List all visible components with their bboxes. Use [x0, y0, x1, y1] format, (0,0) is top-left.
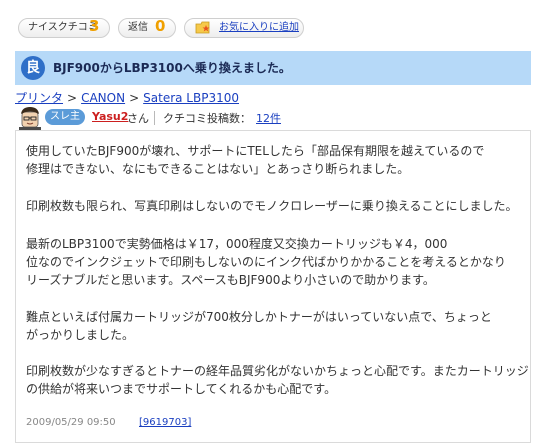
body-paragraph: 印刷枚数も限られ、写真印刷はしないのでモノクロレーザーに乗り換えることにしました…: [26, 197, 518, 215]
reply-count-button[interactable]: 返信 0: [118, 17, 176, 38]
body-line: 印刷枚数も限られ、写真印刷はしないのでモノクロレーザーに乗り換えることにしました…: [26, 199, 518, 213]
body-line: 修理はできない、なにもできることはない」とあっさり断られました。: [26, 162, 410, 176]
divider: [154, 111, 155, 125]
breadcrumb-canon[interactable]: CANON: [81, 91, 125, 105]
body-line: リーズナブルだと思います。スペースもBJF900より小さいので助かります。: [26, 273, 435, 287]
user-honorific: さん: [127, 112, 149, 125]
reply-label: 返信: [128, 22, 148, 33]
nice-review-count: 3: [89, 17, 100, 35]
body-line: がっかりしました。: [26, 328, 135, 342]
post-date: 2009/05/29 09:50: [26, 417, 116, 428]
folder-star-icon: [195, 21, 210, 34]
add-favorite-button[interactable]: お気に入りに追加: [184, 18, 304, 38]
reply-count: 0: [155, 17, 166, 35]
body-line: 位なのでインクジェットで印刷もしないのにインク代ばかりかかることを考えるとかなり: [26, 255, 506, 269]
breadcrumb: プリンタ > CANON > Satera LBP3100: [15, 89, 239, 106]
body-line: 使用していたBJF900が壊れ、サポートにTELしたら「部品保有期限を越えている…: [26, 144, 485, 158]
body-paragraph: 難点といえば付属カートリッジが700枚分しかトナーがはいっていない点で、ちょっと…: [26, 308, 492, 344]
breadcrumb-separator: >: [129, 91, 140, 105]
post-count-link[interactable]: 12件: [256, 110, 281, 126]
nice-review-label: ナイスクチコミ: [28, 22, 98, 33]
review-title-bar: 良 BJF900からLBP3100へ乗り換えました。: [15, 51, 531, 85]
breadcrumb-separator: >: [67, 91, 78, 105]
breadcrumb-product[interactable]: Satera LBP3100: [143, 91, 239, 105]
review-body: 使用していたBJF900が壊れ、サポートにTELしたら「部品保有期限を越えている…: [15, 130, 531, 443]
review-title: BJF900からLBP3100へ乗り換えました。: [53, 61, 291, 75]
body-line: 難点といえば付属カートリッジが700枚分しかトナーがはいっていない点で、ちょっと: [26, 310, 492, 324]
body-line: 最新のLBP3100で実勢価格は￥17，000程度又交換カートリッジも￥4，00…: [26, 237, 448, 251]
body-line: 印刷枚数が少なすぎるとトナーの経年品質劣化がないかちょっと心配です。またカートリ…: [26, 364, 529, 378]
post-count-label: クチコミ投稿数：: [163, 112, 251, 125]
post-id-link[interactable]: [9619703]: [139, 417, 191, 428]
thread-author-badge: スレ主: [45, 109, 85, 125]
body-paragraph: 使用していたBJF900が壊れ、サポートにTELしたら「部品保有期限を越えている…: [26, 142, 484, 178]
body-paragraph: 最新のLBP3100で実勢価格は￥17，000程度又交換カートリッジも￥4，00…: [26, 235, 506, 289]
body-line: の供給が将来いつまでサポートしてくれるかも心配です。: [26, 382, 337, 396]
user-avatar-icon: [19, 107, 41, 131]
breadcrumb-printer[interactable]: プリンタ: [15, 91, 63, 105]
user-name-link[interactable]: Yasu2: [92, 110, 128, 123]
body-paragraph: 印刷枚数が少なすぎるとトナーの経年品質劣化がないかちょっと心配です。またカートリ…: [26, 362, 529, 398]
add-favorite-label: お気に入りに追加: [219, 22, 299, 33]
grade-badge: 良: [21, 56, 45, 80]
nice-review-button[interactable]: ナイスクチコミ 3: [18, 17, 110, 38]
